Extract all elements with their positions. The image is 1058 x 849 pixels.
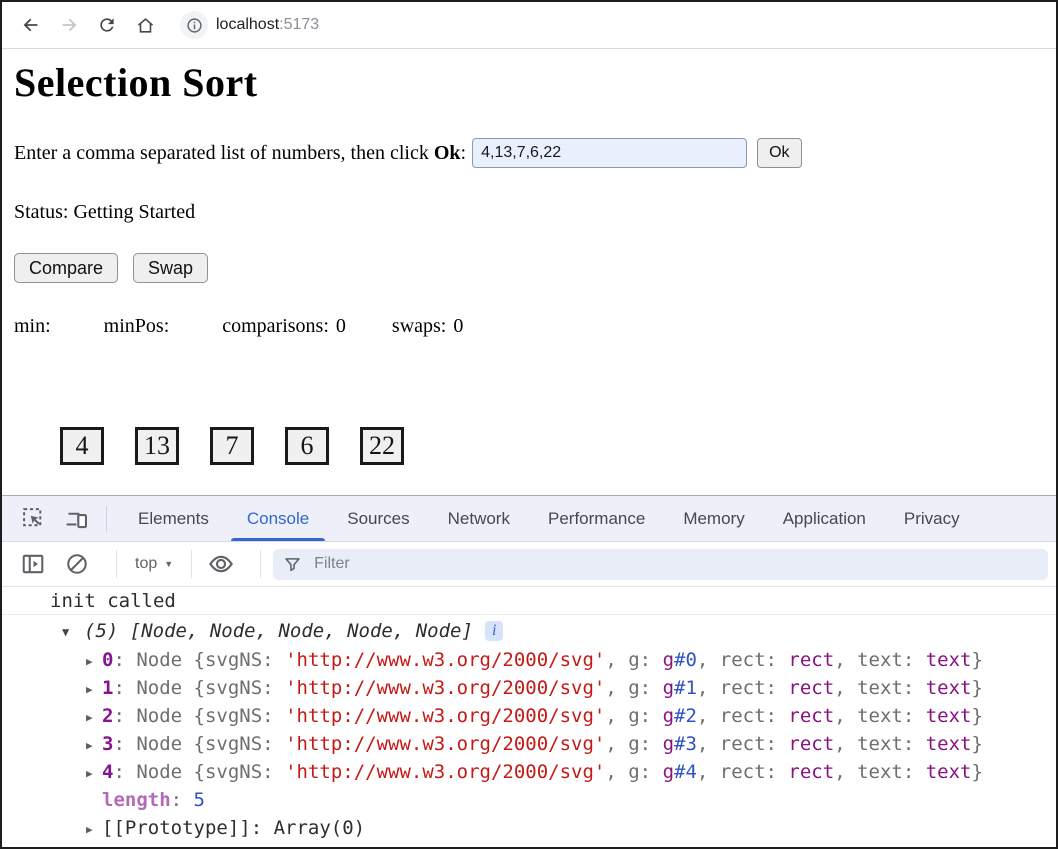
divider xyxy=(116,550,117,578)
device-toolbar-icon xyxy=(65,507,89,531)
console-filter-box[interactable] xyxy=(273,549,1048,580)
console-array-item[interactable]: ▶3: Node {svgNS: 'http://www.w3.org/2000… xyxy=(2,730,1056,758)
divider xyxy=(106,506,107,532)
reload-button[interactable] xyxy=(90,8,124,42)
console-toolbar: top ▼ xyxy=(2,542,1056,587)
stat-comparisons: comparisons:0 xyxy=(222,315,346,337)
stat-min: min: xyxy=(14,315,58,337)
collapse-triangle-icon[interactable]: ▼ xyxy=(62,617,84,647)
filter-funnel-icon xyxy=(283,555,302,574)
context-label: top xyxy=(135,555,157,573)
home-button[interactable] xyxy=(128,8,162,42)
console-array-header[interactable]: ▼(5) [Node, Node, Node, Node, Node]i xyxy=(2,616,1056,646)
stat-minpos: minPos: xyxy=(104,315,177,337)
page-title: Selection Sort xyxy=(14,59,1044,106)
url-bar[interactable]: localhost:5173 xyxy=(180,11,319,39)
home-icon xyxy=(135,15,156,36)
console-sidebar-button[interactable] xyxy=(16,547,50,581)
tab-privacy[interactable]: Privacy xyxy=(885,496,979,541)
array-box: 13 xyxy=(135,427,179,465)
expand-triangle-icon[interactable]: ▶ xyxy=(86,648,102,676)
device-toolbar-button[interactable] xyxy=(60,502,94,536)
console-length-row: length: 5 xyxy=(2,786,1056,814)
array-box: 4 xyxy=(60,427,104,465)
devtools-tool-icons xyxy=(2,496,119,541)
array-visualization: 4 13 76 22 xyxy=(14,427,1044,465)
expand-triangle-icon[interactable]: ▶ xyxy=(86,816,102,844)
browser-window: localhost:5173 Selection Sort Enter a co… xyxy=(0,0,1058,849)
execution-context-selector[interactable]: top ▼ xyxy=(129,555,179,573)
console-filter-input[interactable] xyxy=(312,554,1038,574)
console-prototype-row[interactable]: ▶[[Prototype]]: Array(0) xyxy=(2,814,1056,842)
console-array-items: ▶0: Node {svgNS: 'http://www.w3.org/2000… xyxy=(2,646,1056,786)
console-log-message: init called xyxy=(2,587,1056,615)
devtools-panel: ElementsConsoleSourcesNetworkPerformance… xyxy=(2,495,1056,847)
tab-performance[interactable]: Performance xyxy=(529,496,664,541)
console-array-item[interactable]: ▶4: Node {svgNS: 'http://www.w3.org/2000… xyxy=(2,758,1056,786)
reload-icon xyxy=(97,15,117,35)
chevron-down-icon: ▼ xyxy=(164,559,173,569)
tab-console[interactable]: Console xyxy=(228,496,328,541)
tab-network[interactable]: Network xyxy=(429,496,529,541)
action-buttons: Compare Swap xyxy=(14,253,1044,283)
console-messages: init called ▼(5) [Node, Node, Node, Node… xyxy=(2,587,1056,847)
stats-row: min: minPos: comparisons:0 swaps:0 xyxy=(14,315,1044,338)
divider xyxy=(191,550,192,578)
expand-triangle-icon[interactable]: ▶ xyxy=(86,732,102,760)
url-port: :5173 xyxy=(279,16,319,33)
devtools-tabbar: ElementsConsoleSourcesNetworkPerformance… xyxy=(2,496,1056,542)
info-badge-icon[interactable]: i xyxy=(485,621,503,641)
console-array-item[interactable]: ▶2: Node {svgNS: 'http://www.w3.org/2000… xyxy=(2,702,1056,730)
site-info-button[interactable] xyxy=(180,11,208,39)
tab-sources[interactable]: Sources xyxy=(328,496,428,541)
devtools-tabs: ElementsConsoleSourcesNetworkPerformance… xyxy=(119,496,979,541)
url-host: localhost xyxy=(216,16,279,33)
stat-swaps: swaps:0 xyxy=(392,315,463,337)
forward-button[interactable] xyxy=(52,8,86,42)
live-expression-button[interactable] xyxy=(204,547,238,581)
ok-button[interactable]: Ok xyxy=(757,138,801,168)
inspect-icon xyxy=(22,507,45,530)
back-arrow-icon xyxy=(20,14,42,36)
array-box: 7 xyxy=(210,427,254,465)
number-input-row: Enter a comma separated list of numbers,… xyxy=(14,138,1044,168)
info-icon xyxy=(186,17,203,34)
inspect-element-button[interactable] xyxy=(16,502,50,536)
compare-button[interactable]: Compare xyxy=(14,253,118,283)
dock-sidebar-icon xyxy=(21,552,45,576)
url-text: localhost:5173 xyxy=(216,16,319,34)
forward-arrow-icon xyxy=(58,14,80,36)
swap-button[interactable]: Swap xyxy=(133,253,208,283)
console-array-item[interactable]: ▶0: Node {svgNS: 'http://www.w3.org/2000… xyxy=(2,646,1056,674)
tab-memory[interactable]: Memory xyxy=(664,496,763,541)
expand-triangle-icon[interactable]: ▶ xyxy=(86,760,102,788)
divider xyxy=(260,550,261,578)
expand-triangle-icon[interactable]: ▶ xyxy=(86,704,102,732)
status-text: Status: Getting Started xyxy=(14,201,1044,224)
eye-icon xyxy=(208,551,234,577)
array-box: 22 xyxy=(360,427,404,465)
browser-toolbar: localhost:5173 xyxy=(2,2,1056,49)
console-array-item[interactable]: ▶1: Node {svgNS: 'http://www.w3.org/2000… xyxy=(2,674,1056,702)
page-content: Selection Sort Enter a comma separated l… xyxy=(2,49,1056,495)
numbers-input[interactable] xyxy=(472,138,747,168)
clear-console-icon xyxy=(65,552,89,576)
input-label: Enter a comma separated list of numbers,… xyxy=(14,142,466,165)
clear-console-button[interactable] xyxy=(60,547,94,581)
tab-application[interactable]: Application xyxy=(764,496,885,541)
array-box: 6 xyxy=(285,427,329,465)
tab-elements[interactable]: Elements xyxy=(119,496,228,541)
back-button[interactable] xyxy=(14,8,48,42)
expand-triangle-icon[interactable]: ▶ xyxy=(86,676,102,704)
